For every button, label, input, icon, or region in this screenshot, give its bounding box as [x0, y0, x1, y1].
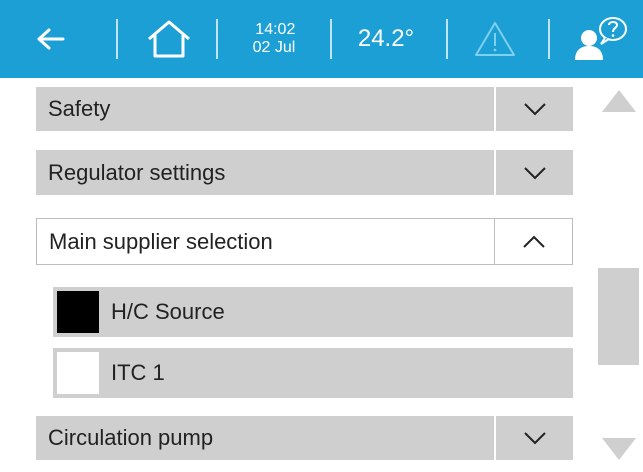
- home-icon: [148, 20, 190, 58]
- option-itc-1[interactable]: ITC 1: [53, 348, 573, 398]
- section-label: Regulator settings: [48, 159, 226, 185]
- scrollbar[interactable]: [594, 78, 643, 472]
- section-main-supplier-selection[interactable]: Main supplier selection: [36, 218, 573, 265]
- time-text: 14:02: [255, 21, 296, 38]
- triangle-down-icon: [601, 438, 636, 460]
- chevron-up-icon: [522, 235, 545, 248]
- header-divider: [116, 19, 118, 59]
- chevron-down-icon: [523, 103, 546, 116]
- back-button[interactable]: [16, 0, 84, 78]
- section-regulator-settings[interactable]: Regulator settings: [36, 150, 573, 195]
- back-arrow-icon: [37, 28, 65, 50]
- user-help-icon: [575, 17, 627, 60]
- header-divider: [330, 19, 332, 59]
- scroll-down-button[interactable]: [594, 426, 643, 472]
- triangle-up-icon: [601, 90, 636, 112]
- expand-button[interactable]: [494, 87, 573, 131]
- radio-unselected[interactable]: [57, 352, 99, 394]
- scroll-thumb[interactable]: [598, 268, 639, 365]
- header-divider: [216, 19, 218, 59]
- option-hc-source[interactable]: H/C Source: [53, 287, 573, 337]
- scroll-up-button[interactable]: [594, 78, 643, 124]
- chevron-down-icon: [523, 166, 546, 179]
- top-bar: 14:02 02 Jul 24.2°: [0, 0, 643, 78]
- collapse-button[interactable]: [494, 219, 572, 264]
- temperature-text: 24.2°: [357, 25, 415, 52]
- date-text: 02 Jul: [252, 39, 296, 56]
- expand-button[interactable]: [494, 150, 573, 195]
- option-label: H/C Source: [111, 299, 225, 324]
- chevron-down-icon: [523, 432, 546, 445]
- expand-button[interactable]: [494, 416, 573, 460]
- section-label: Safety: [48, 96, 111, 121]
- option-label: ITC 1: [111, 360, 165, 385]
- radio-selected[interactable]: [57, 291, 99, 333]
- section-safety[interactable]: Safety: [36, 87, 573, 131]
- user-help-button[interactable]: [562, 0, 638, 78]
- scroll-track[interactable]: [594, 124, 643, 426]
- temperature-readout: 24.2°: [346, 0, 426, 78]
- section-label: Circulation pump: [48, 425, 214, 450]
- section-label: Main supplier selection: [49, 228, 273, 254]
- header-divider: [548, 19, 550, 59]
- clock: 14:02 02 Jul: [236, 0, 312, 78]
- home-button[interactable]: [138, 0, 200, 78]
- alarm-button[interactable]: [466, 0, 524, 78]
- section-circulation-pump[interactable]: Circulation pump: [36, 416, 573, 460]
- header-divider: [446, 19, 448, 59]
- warning-icon: [475, 22, 515, 56]
